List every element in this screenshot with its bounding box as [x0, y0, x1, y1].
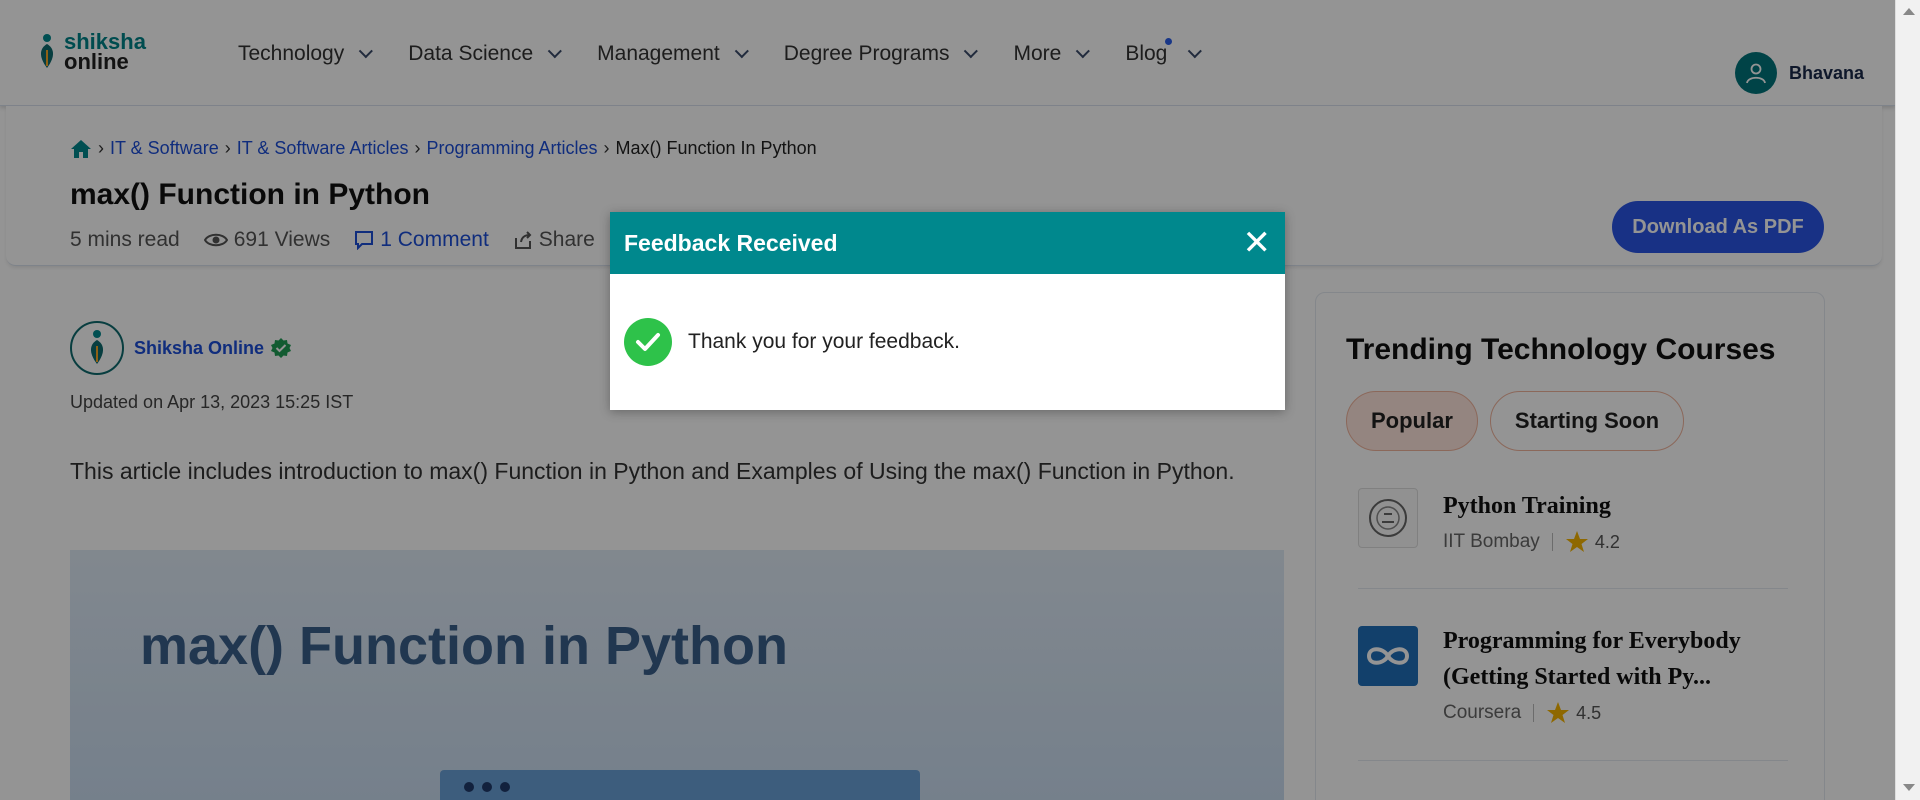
vertical-scrollbar[interactable] — [1895, 0, 1920, 800]
close-icon[interactable]: ✕ — [1243, 226, 1272, 260]
modal-header: Feedback Received ✕ — [610, 212, 1285, 274]
success-check-icon — [624, 318, 672, 366]
scroll-down-arrow-icon[interactable] — [1903, 784, 1915, 791]
feedback-modal: Feedback Received ✕ Thank you for your f… — [610, 212, 1285, 410]
modal-title: Feedback Received — [624, 229, 838, 256]
modal-body: Thank you for your feedback. — [610, 274, 1285, 410]
modal-message: Thank you for your feedback. — [688, 330, 960, 353]
scroll-up-arrow-icon[interactable] — [1903, 8, 1915, 15]
